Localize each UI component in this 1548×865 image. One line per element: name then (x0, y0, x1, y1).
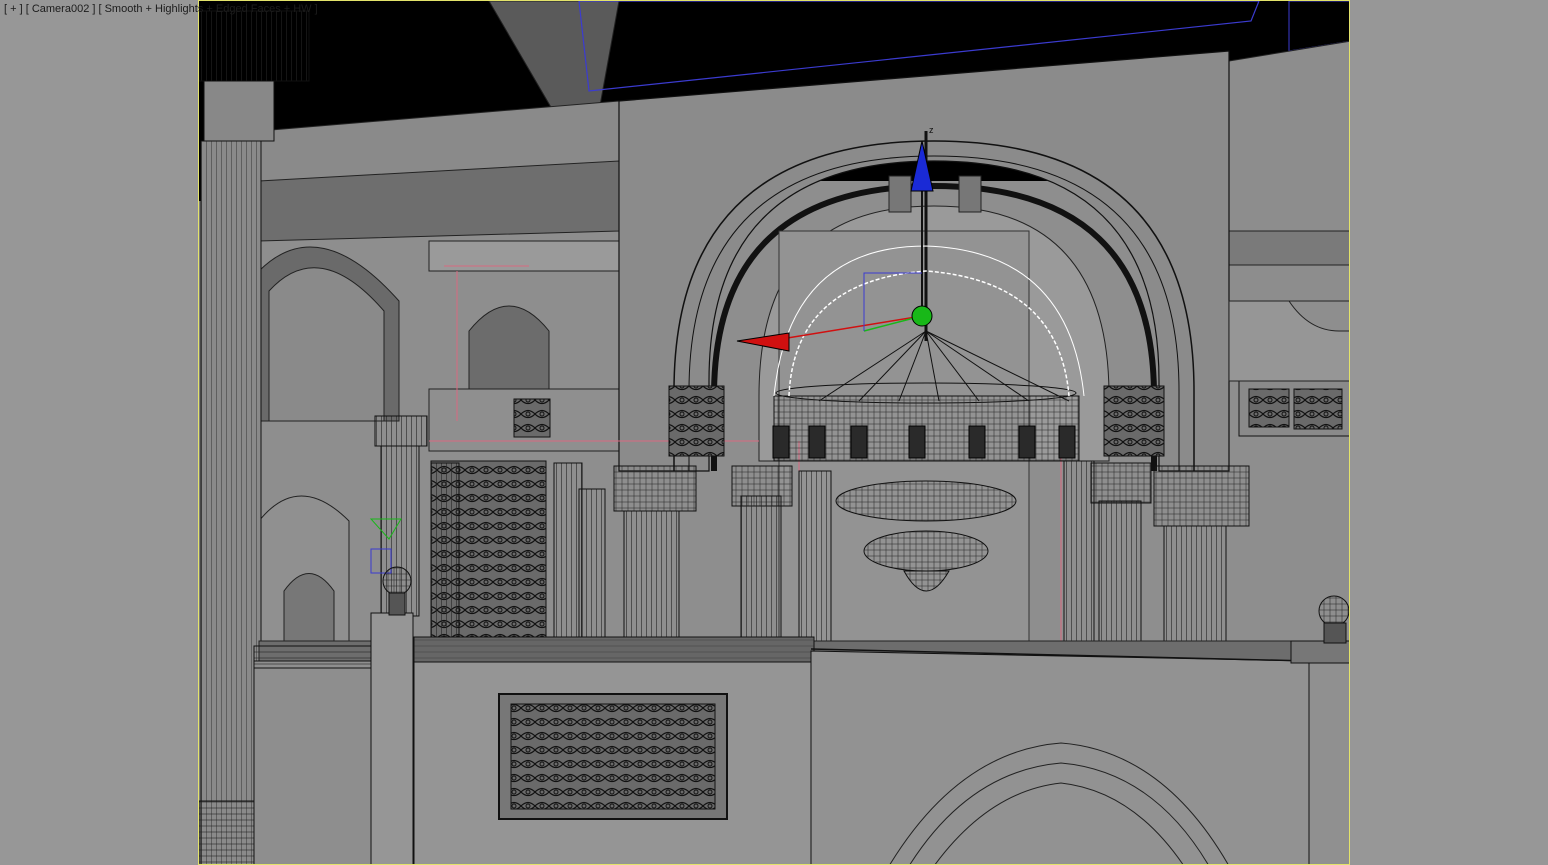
scene-render: z (199, 1, 1349, 864)
camera-viewport[interactable]: z (198, 0, 1350, 865)
newel-post-right (1308, 650, 1349, 864)
gizmo-axis-label: z (929, 125, 934, 135)
viewport-shading-label[interactable]: [ Smooth + Highlights + Edged Faces + HW… (98, 3, 317, 15)
gizmo-center[interactable] (911, 305, 933, 327)
viewport-menu-plus[interactable]: [ + ] (4, 3, 23, 15)
balustrade-right (810, 650, 1310, 864)
newel-post-left (370, 612, 414, 864)
viewport-label[interactable]: [ + ] [ Camera002 ] [ Smooth + Highlight… (4, 3, 318, 15)
viewport-camera-label[interactable]: [ Camera002 ] (26, 3, 96, 15)
